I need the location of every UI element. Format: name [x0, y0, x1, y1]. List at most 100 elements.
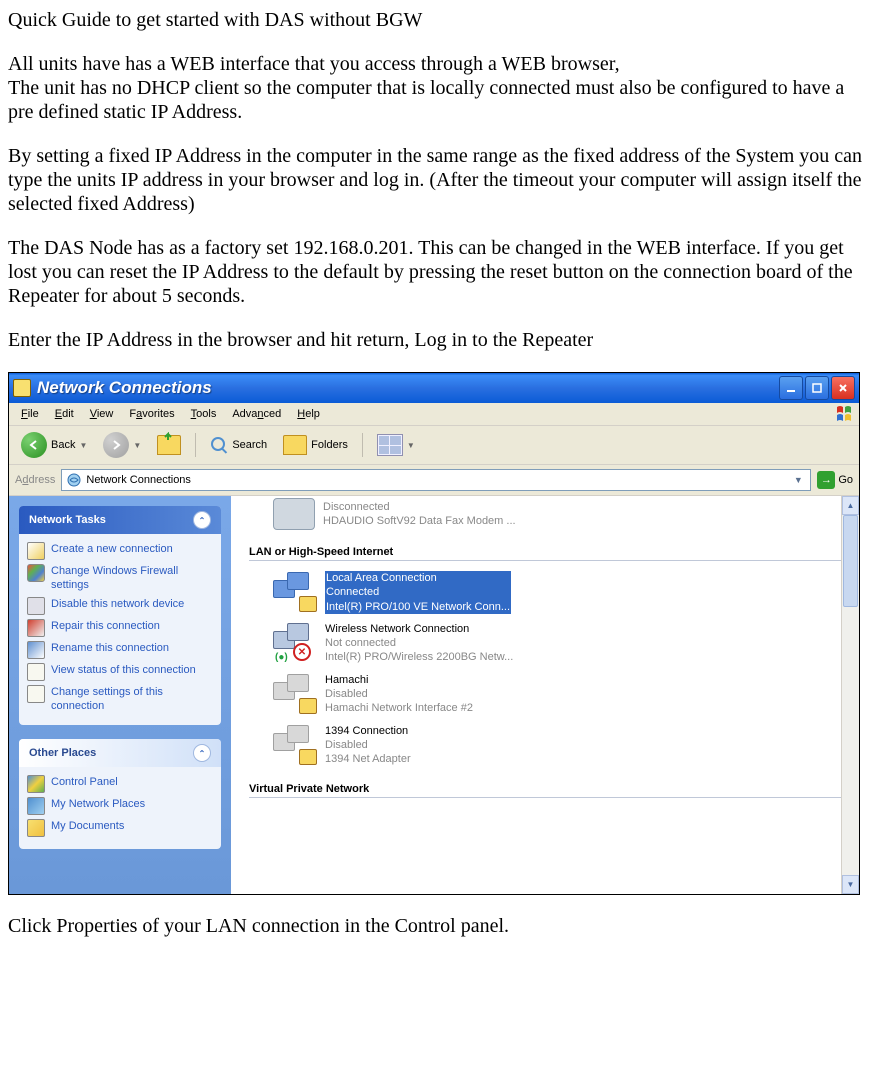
folders-icon: [283, 435, 307, 455]
collapse-icon[interactable]: ⌃: [193, 511, 211, 529]
conn-status: Not connected: [325, 636, 513, 650]
menu-edit[interactable]: Edit: [47, 406, 82, 422]
conn-device: HDAUDIO SoftV92 Data Fax Modem ...: [323, 514, 516, 528]
doc-para-1: All units have has a WEB interface that …: [8, 52, 868, 124]
sidebar-header-network-tasks[interactable]: Network Tasks ⌃: [19, 506, 221, 534]
up-folder-icon: [157, 435, 181, 455]
search-icon: [210, 436, 228, 454]
sidebar: Network Tasks ⌃ Create a new connection …: [9, 496, 231, 894]
folders-button[interactable]: Folders: [277, 433, 354, 457]
collapse-icon[interactable]: ⌃: [193, 744, 211, 762]
control-panel-icon: [27, 775, 45, 793]
modem-icon: [273, 498, 315, 530]
forward-button[interactable]: ▼: [97, 430, 147, 460]
connection-item-lan[interactable]: Local Area Connection Connected Intel(R)…: [271, 567, 849, 618]
views-icon: [377, 434, 403, 456]
conn-device: Intel(R) PRO/Wireless 2200BG Netw...: [325, 650, 513, 664]
back-label: Back: [51, 439, 75, 451]
search-button[interactable]: Search: [204, 434, 273, 456]
sidebar-link-change-settings[interactable]: Change settings of this connection: [27, 683, 213, 716]
sidebar-link-my-documents[interactable]: My Documents: [27, 817, 213, 839]
address-icon: [66, 472, 82, 488]
forward-dropdown-icon[interactable]: ▼: [133, 441, 141, 450]
window-title: Network Connections: [37, 378, 212, 398]
menu-help[interactable]: Help: [289, 406, 328, 422]
scroll-thumb[interactable]: [843, 515, 858, 607]
window-titlebar[interactable]: Network Connections: [9, 373, 859, 403]
back-icon: [21, 432, 47, 458]
menubar: File Edit View Favorites Tools Advanced …: [9, 403, 859, 426]
sidebar-link-disable-device[interactable]: Disable this network device: [27, 595, 213, 617]
network-places-icon: [27, 797, 45, 815]
sidebar-link-network-places[interactable]: My Network Places: [27, 795, 213, 817]
up-button[interactable]: [151, 433, 187, 457]
conn-status: Disconnected: [323, 500, 516, 514]
conn-name: Local Area Connection: [325, 571, 511, 585]
section-lan-highspeed: LAN or High-Speed Internet: [249, 542, 849, 561]
menu-tools[interactable]: Tools: [183, 406, 225, 422]
address-value: Network Connections: [86, 474, 786, 486]
close-button[interactable]: [831, 376, 855, 400]
sidebar-link-control-panel[interactable]: Control Panel: [27, 773, 213, 795]
scroll-up-button[interactable]: ▲: [842, 496, 859, 515]
sidebar-header-other-places[interactable]: Other Places ⌃: [19, 739, 221, 767]
shield-icon: [27, 564, 45, 582]
doc-title: Quick Guide to get started with DAS with…: [8, 8, 868, 32]
doc-para-5: Click Properties of your LAN connection …: [8, 915, 868, 938]
conn-status: Connected: [325, 585, 511, 599]
windows-logo-icon: [835, 405, 855, 423]
back-dropdown-icon[interactable]: ▼: [79, 441, 87, 450]
menu-favorites[interactable]: Favorites: [121, 406, 182, 422]
views-dropdown-icon[interactable]: ▼: [407, 441, 415, 450]
section-vpn: Virtual Private Network: [249, 779, 849, 798]
sidebar-link-firewall[interactable]: Change Windows Firewall settings: [27, 562, 213, 595]
conn-name: Hamachi: [325, 673, 473, 687]
lan-connection-icon: [273, 572, 317, 612]
menu-file[interactable]: File: [13, 406, 47, 422]
conn-status: Disabled: [325, 738, 411, 752]
sidebar-link-rename[interactable]: Rename this connection: [27, 639, 213, 661]
address-bar: Address Network Connections ▼ → Go: [9, 465, 859, 496]
content-pane: Disconnected HDAUDIO SoftV92 Data Fax Mo…: [231, 496, 859, 894]
sidebar-link-create-connection[interactable]: Create a new connection: [27, 540, 213, 562]
wizard-icon: [27, 542, 45, 560]
rename-icon: [27, 641, 45, 659]
address-combo[interactable]: Network Connections ▼: [61, 469, 811, 491]
connection-item-1394[interactable]: 1394 Connection Disabled 1394 Net Adapte…: [271, 720, 849, 771]
wireless-connection-icon: ✕ (●): [273, 623, 317, 663]
minimize-button[interactable]: [779, 376, 803, 400]
toolbar: Back ▼ ▼ Search Folders ▼: [9, 426, 859, 465]
connection-item-wireless[interactable]: ✕ (●) Wireless Network Connection Not co…: [271, 618, 849, 669]
ieee1394-connection-icon: [273, 725, 317, 765]
connection-item-dialup[interactable]: Disconnected HDAUDIO SoftV92 Data Fax Mo…: [271, 494, 849, 534]
sidebar-link-view-status[interactable]: View status of this connection: [27, 661, 213, 683]
menu-view[interactable]: View: [82, 406, 122, 422]
scroll-down-button[interactable]: ▼: [842, 875, 859, 894]
repair-icon: [27, 619, 45, 637]
views-button[interactable]: ▼: [371, 432, 421, 458]
sidebar-title-other-places: Other Places: [29, 747, 96, 759]
search-label: Search: [232, 439, 267, 451]
connection-item-hamachi[interactable]: Hamachi Disabled Hamachi Network Interfa…: [271, 669, 849, 720]
maximize-button[interactable]: [805, 376, 829, 400]
conn-name: Wireless Network Connection: [325, 622, 513, 636]
conn-device: Intel(R) PRO/100 VE Network Conn...: [325, 600, 511, 614]
address-label: Address: [15, 474, 55, 486]
scroll-track[interactable]: [842, 515, 859, 875]
address-dropdown-icon[interactable]: ▼: [790, 475, 806, 485]
window-icon: [13, 379, 31, 397]
go-arrow-icon: →: [817, 471, 835, 489]
forward-icon: [103, 432, 129, 458]
conn-name: 1394 Connection: [325, 724, 411, 738]
conn-status: Disabled: [325, 687, 473, 701]
back-button[interactable]: Back ▼: [15, 430, 93, 460]
menu-advanced[interactable]: Advanced: [224, 406, 289, 422]
go-label: Go: [838, 474, 853, 486]
go-button[interactable]: → Go: [817, 471, 853, 489]
folders-label: Folders: [311, 439, 348, 451]
doc-para-2: By setting a fixed IP Address in the com…: [8, 144, 868, 216]
vertical-scrollbar[interactable]: ▲ ▼: [841, 496, 859, 894]
screenshot-network-connections: Network Connections File Edit View Favor…: [8, 372, 860, 895]
device-icon: [27, 597, 45, 615]
sidebar-link-repair[interactable]: Repair this connection: [27, 617, 213, 639]
